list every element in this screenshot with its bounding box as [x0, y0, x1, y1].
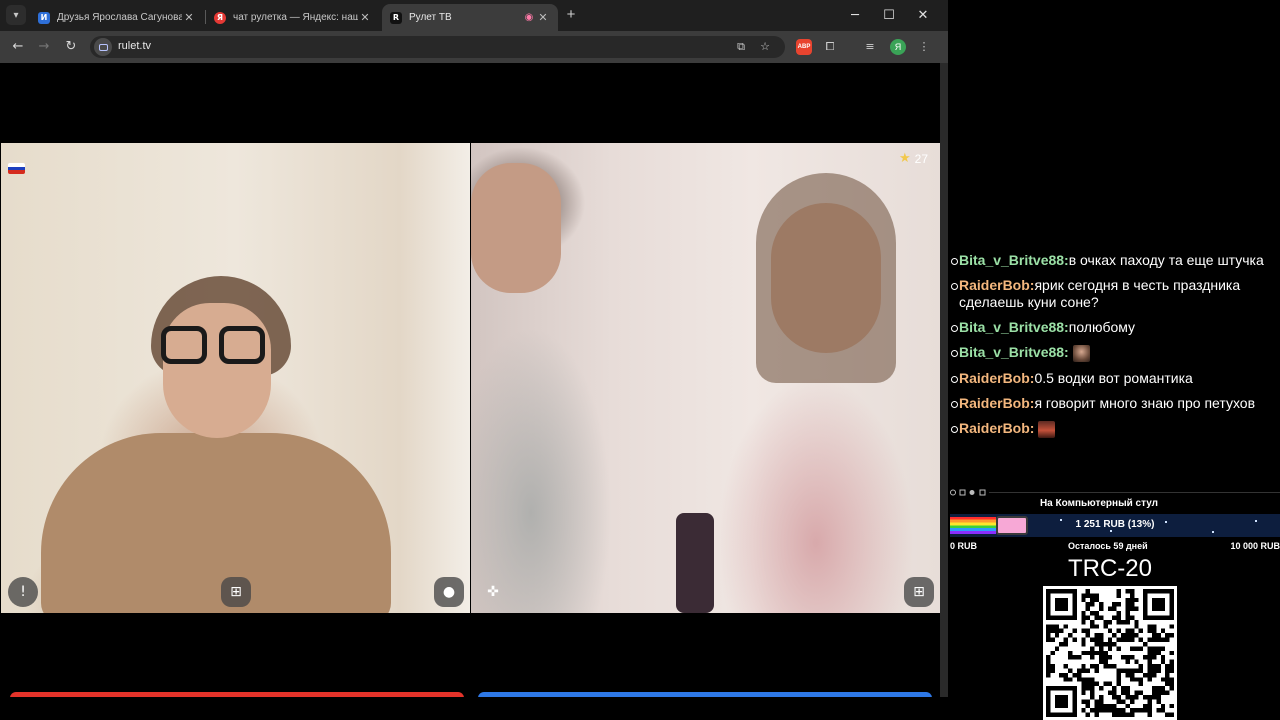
qr-code-icon: [1046, 589, 1174, 717]
tab-vk-friends[interactable]: И Друзья Ярослава Сагунова – З ✕: [30, 4, 204, 31]
chevron-down-icon: ▾: [13, 9, 19, 21]
browser-toolbar: ← → ↻ rulet.tv ⧉ ☆ ABP ⧠ ≡ ⋮: [0, 31, 948, 63]
tab-yandex-search[interactable]: Я чат рулетка — Яндекс: нашлоc ✕: [206, 4, 380, 31]
address-bar[interactable]: rulet.tv ⧉ ☆: [90, 36, 785, 58]
chat-nick: RaiderBob:: [959, 419, 1035, 436]
chat-text: я говорит много знаю про петухов: [1034, 394, 1256, 411]
chat-message: RaiderBob:ярик сегодня в честь праздника…: [949, 277, 1280, 311]
chat-message: Bita_v_Britve88:полюбому: [949, 319, 1280, 336]
goal-remaining: Осталось 59 дней: [1068, 541, 1148, 551]
close-window-button[interactable]: ✕: [906, 0, 940, 30]
country-flag-icon: [8, 163, 25, 174]
screen: ▾ И Друзья Ярослава Сагунова – З ✕ Я чат…: [0, 0, 1280, 720]
tab-title: Рулет ТВ: [409, 12, 452, 23]
menu-kebab-icon[interactable]: ⋮: [916, 39, 932, 55]
goal-amount: 1 251 RUB (13%): [1075, 519, 1155, 530]
close-icon[interactable]: ✕: [536, 11, 550, 24]
stream-chat: Bita_v_Britve88:в очках паходу та еще шт…: [949, 252, 1280, 485]
url-text: rulet.tv: [118, 40, 152, 52]
chat-message: RaiderBob:: [949, 420, 1280, 438]
rulet-icon: R: [390, 11, 402, 24]
media-controls-icon[interactable]: ≡: [862, 39, 878, 55]
gift-icon: ⊞: [230, 584, 242, 600]
chat-message: RaiderBob:0.5 водки вот романтика: [949, 370, 1280, 387]
close-icon[interactable]: ✕: [182, 11, 196, 24]
maximize-button[interactable]: ☐: [872, 0, 906, 30]
extensions-icon[interactable]: ⧠: [822, 39, 838, 55]
adblock-icon[interactable]: ABP: [796, 39, 812, 55]
chat-nick: RaiderBob:: [959, 369, 1035, 386]
gift-icon: ⊞: [913, 584, 925, 600]
video-figure: [163, 303, 271, 438]
gift-button[interactable]: ⊞: [221, 577, 251, 607]
overlay-separator: [949, 484, 1280, 496]
chat-nick: RaiderBob:: [959, 277, 1035, 293]
chat-nick: RaiderBob:: [959, 394, 1035, 411]
chat-message: Bita_v_Britve88:в очках паходу та еще шт…: [949, 252, 1280, 269]
profile-avatar[interactable]: Я: [890, 39, 906, 55]
forward-button[interactable]: →: [34, 37, 54, 57]
star-sparkle: [1212, 531, 1214, 533]
donate-network-label: TRC-20: [1067, 555, 1152, 582]
yandex-icon: Я: [214, 11, 226, 24]
tiny-icons-strip: [950, 489, 1280, 496]
bookmark-star-icon[interactable]: ☆: [757, 39, 773, 55]
profile-button[interactable]: ●: [434, 577, 464, 607]
stop-button[interactable]: [10, 692, 464, 697]
tab-title: чат рулетка — Яндекс: нашлоc: [233, 12, 358, 23]
video-figure: [161, 326, 207, 364]
chat-emote-icon: [1072, 344, 1090, 362]
tab-search-button[interactable]: ▾: [6, 5, 26, 25]
video-figure: [756, 173, 896, 383]
tab-strip: ▾ И Друзья Ярослава Сагунова – З ✕ Я чат…: [0, 0, 948, 31]
goal-min: 0 RUB: [950, 541, 978, 551]
chat-text: 0.5 водки вот романтика: [1034, 369, 1193, 386]
minimize-button[interactable]: ─: [838, 0, 872, 30]
video-figure: [41, 433, 391, 613]
tab-title: Друзья Ярослава Сагунова – З: [57, 12, 182, 23]
back-button[interactable]: ←: [8, 37, 28, 57]
chat-message: Bita_v_Britve88:: [949, 344, 1280, 362]
donate-qr-code: [1043, 586, 1177, 720]
chat-nick: Bita_v_Britve88:: [959, 344, 1069, 360]
star-icon: ★: [898, 151, 911, 166]
gamepad-icon: ✜: [487, 584, 499, 600]
video-figure: [676, 513, 714, 613]
browser-window: ▾ И Друзья Ярослава Сагунова – З ✕ Я чат…: [0, 0, 948, 697]
star-sparkle: [1110, 530, 1112, 532]
next-button[interactable]: [478, 692, 932, 697]
remote-video: ★ 27 ✜ ⊞: [471, 143, 940, 613]
cast-icon[interactable]: ⧉: [733, 39, 749, 55]
goal-footer: 0 RUB Осталось 59 дней 10 000 RUB: [950, 541, 1280, 553]
remote-gift-button[interactable]: ⊞: [904, 577, 934, 607]
report-button[interactable]: !: [8, 577, 38, 607]
person-icon: ●: [442, 584, 456, 600]
video-figure: [471, 163, 561, 293]
chat-nick: Bita_v_Britve88:: [959, 252, 1069, 268]
alert-icon: !: [20, 584, 26, 600]
vk-icon: И: [38, 11, 50, 24]
chat-message: RaiderBob:я говорит много знаю про петух…: [949, 395, 1280, 412]
goal-max: 10 000 RUB: [1230, 541, 1280, 551]
goal-progress-bar: 1 251 RUB (13%): [950, 514, 1280, 537]
rating-value: 27: [914, 151, 928, 166]
local-video: ! ⊞ ●: [1, 143, 470, 613]
recording-icon: ◉: [524, 12, 534, 23]
close-icon[interactable]: ✕: [358, 11, 372, 24]
goal-title: На Компьютерный стул: [1039, 498, 1159, 509]
video-figure: [219, 326, 265, 364]
scrollbar[interactable]: [940, 63, 948, 697]
reload-button[interactable]: ↻: [61, 37, 81, 57]
rating-counter: ★ 27: [899, 151, 928, 166]
chat-emote-icon: [1038, 420, 1056, 438]
chat-text: в очках паходу та еще штучка: [1068, 252, 1264, 268]
site-info-icon[interactable]: [94, 38, 112, 56]
chat-text: полюбому: [1068, 319, 1136, 335]
games-button[interactable]: ✜: [478, 577, 508, 607]
chat-nick: Bita_v_Britve88:: [959, 319, 1069, 335]
tab-rulet-tv[interactable]: R Рулет ТВ ◉ ✕: [382, 4, 558, 31]
new-tab-button[interactable]: +: [562, 6, 580, 24]
